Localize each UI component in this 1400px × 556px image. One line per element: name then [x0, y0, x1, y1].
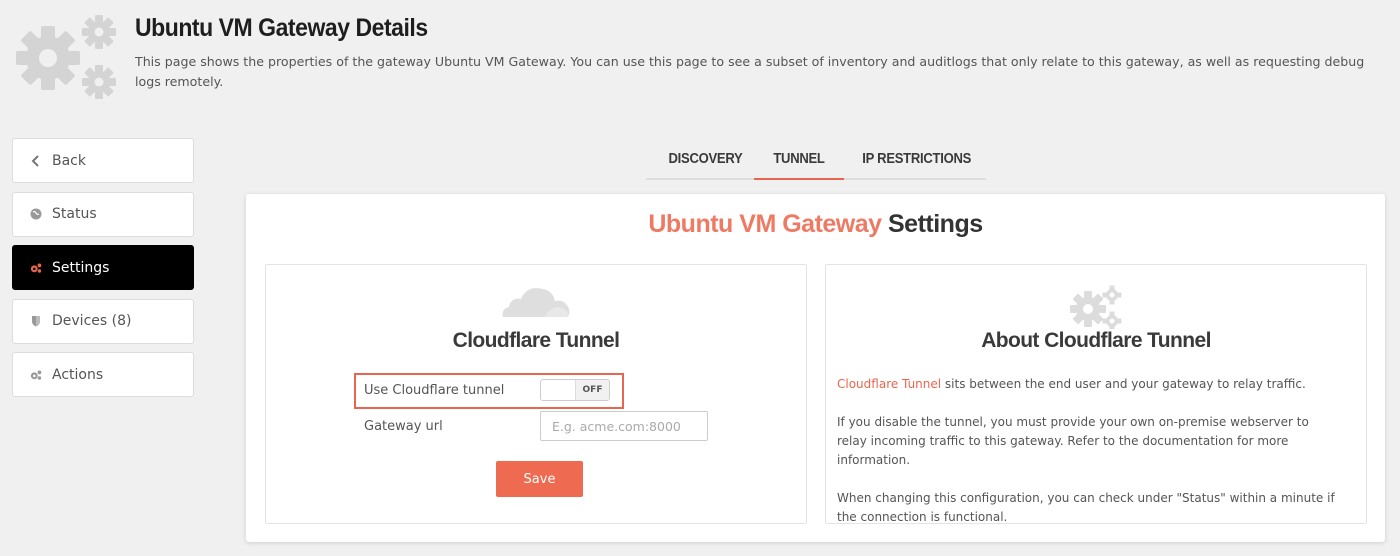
toggle-knob [541, 380, 575, 400]
settings-title: Ubuntu VM Gateway Settings [246, 210, 1385, 239]
sidebar-item-label: Status [52, 206, 97, 222]
settings-title-suffix: Settings [881, 210, 983, 238]
about-paragraph-1: Cloudflare Tunnel sits between the end u… [837, 375, 1337, 394]
tab-discovery[interactable]: DISCOVERY [669, 138, 750, 180]
sidebar-item-status[interactable]: Status [12, 191, 194, 237]
shield-icon [30, 315, 42, 327]
tab-ip-restrictions[interactable]: IP RESTRICTIONS [862, 138, 975, 180]
about-tunnel-title: About Cloudflare Tunnel [981, 329, 1211, 352]
settings-card: Ubuntu VM Gateway Settings Cloudflare Tu… [246, 194, 1385, 542]
about-paragraph-3: When changing this configuration, you ca… [837, 491, 1335, 524]
tab-tunnel[interactable]: TUNNEL [759, 138, 840, 180]
gateway-url-input[interactable] [540, 411, 708, 441]
gears-icon [30, 369, 42, 381]
about-tunnel-panel: About Cloudflare Tunnel Cloudflare Tunne… [825, 264, 1367, 524]
sidebar-item-actions[interactable]: Actions [12, 352, 194, 397]
active-tab-indicator [754, 178, 844, 180]
use-tunnel-label: Use Cloudflare tunnel [364, 382, 505, 398]
sidebar: Back Status Settings Devices (8) Actions [12, 138, 194, 406]
sidebar-item-settings[interactable]: Settings [12, 245, 194, 290]
about-paragraph-1-text: sits between the end user and your gatew… [941, 377, 1306, 391]
toggle-state: OFF [574, 380, 609, 400]
sidebar-item-devices[interactable]: Devices (8) [12, 298, 194, 344]
save-button[interactable]: Save [496, 461, 583, 497]
cloudflare-tunnel-panel: Cloudflare Tunnel Use Cloudflare tunnel … [265, 264, 807, 524]
gears-icon [30, 262, 42, 274]
gateway-url-row: Gateway url [364, 411, 708, 441]
sidebar-item-back[interactable]: Back [12, 138, 194, 183]
tab-bar: DISCOVERY TUNNEL IP RESTRICTIONS [646, 138, 986, 180]
globe-icon [30, 208, 42, 220]
cloud-icon [266, 283, 806, 319]
sidebar-item-label: Devices (8) [52, 313, 132, 329]
sidebar-item-label: Actions [52, 366, 104, 383]
page-description: This page shows the properties of the ga… [135, 54, 1365, 89]
cloudflare-tunnel-link[interactable]: Cloudflare Tunnel [837, 377, 941, 391]
chevron-left-icon [30, 154, 42, 167]
sidebar-item-label: Settings [52, 259, 110, 276]
about-text: Cloudflare Tunnel sits between the end u… [837, 375, 1337, 546]
use-tunnel-toggle[interactable]: OFF [540, 379, 610, 401]
settings-title-gateway: Ubuntu VM Gateway [648, 210, 882, 238]
page-title: Ubuntu VM Gateway Details [135, 14, 428, 42]
sidebar-item-label: Back [52, 152, 86, 169]
gears-icon [10, 10, 120, 100]
gateway-url-label: Gateway url [364, 418, 443, 434]
about-paragraph-2: If you disable the tunnel, you must prov… [837, 415, 1309, 467]
use-tunnel-row: Use Cloudflare tunnel OFF [364, 379, 610, 401]
gears-icon [826, 283, 1366, 329]
cloudflare-tunnel-title: Cloudflare Tunnel [452, 329, 620, 352]
